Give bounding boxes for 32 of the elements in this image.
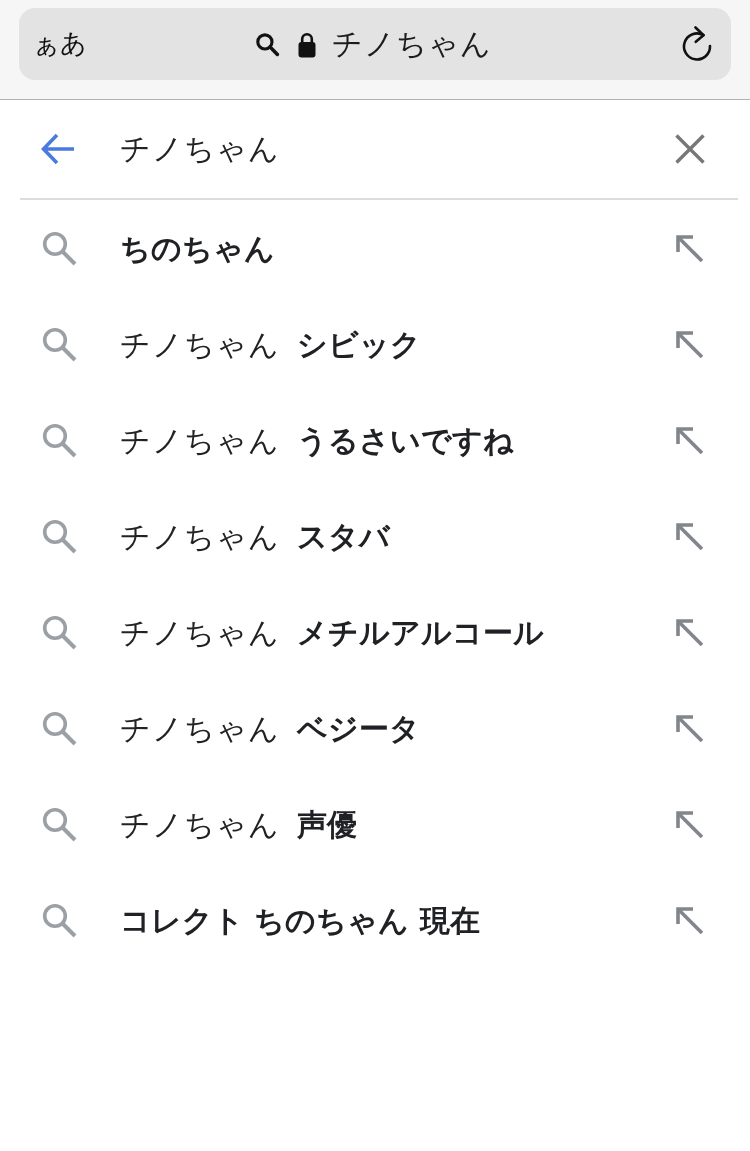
search-icon — [42, 710, 77, 746]
suggestion-text[interactable]: コレクト ちのちゃん 現在 — [120, 900, 676, 940]
arrow-up-left-icon[interactable] — [676, 234, 703, 262]
search-icon — [42, 902, 77, 938]
arrow-up-left-icon[interactable] — [676, 522, 703, 550]
search-icon — [42, 230, 77, 266]
arrow-up-left-icon[interactable] — [676, 714, 703, 742]
lock-icon — [297, 30, 316, 58]
arrow-up-left-icon[interactable] — [676, 618, 703, 646]
search-icon — [42, 806, 77, 842]
back-arrow-icon[interactable] — [41, 133, 75, 165]
close-icon[interactable] — [675, 134, 705, 164]
suggestion-text[interactable]: チノちゃん うるさいですね — [120, 420, 676, 460]
address-text[interactable]: チノちゃん — [331, 26, 492, 62]
arrow-up-left-icon[interactable] — [676, 810, 703, 838]
search-icon — [42, 422, 77, 458]
text-size-button[interactable]: ぁあ — [33, 28, 87, 60]
search-field[interactable]: チノちゃん — [120, 127, 655, 171]
suggestion-text[interactable]: チノちゃん ベジータ — [120, 708, 676, 748]
arrow-up-left-icon[interactable] — [676, 426, 703, 454]
search-icon — [42, 326, 77, 362]
suggestion-text[interactable]: チノちゃん シビック — [120, 324, 676, 364]
suggestion-text[interactable]: チノちゃん スタバ — [120, 516, 676, 556]
search-icon — [254, 31, 280, 57]
arrow-up-left-icon[interactable] — [676, 906, 703, 934]
suggestion-text[interactable]: ちのちゃん — [120, 228, 676, 268]
search-icon — [42, 518, 77, 554]
suggestion-text[interactable]: チノちゃん メチルアルコール — [120, 612, 676, 652]
arrow-up-left-icon[interactable] — [676, 330, 703, 358]
suggestion-text[interactable]: チノちゃん 声優 — [120, 804, 676, 844]
reload-icon[interactable] — [681, 26, 713, 62]
search-icon — [42, 614, 77, 650]
